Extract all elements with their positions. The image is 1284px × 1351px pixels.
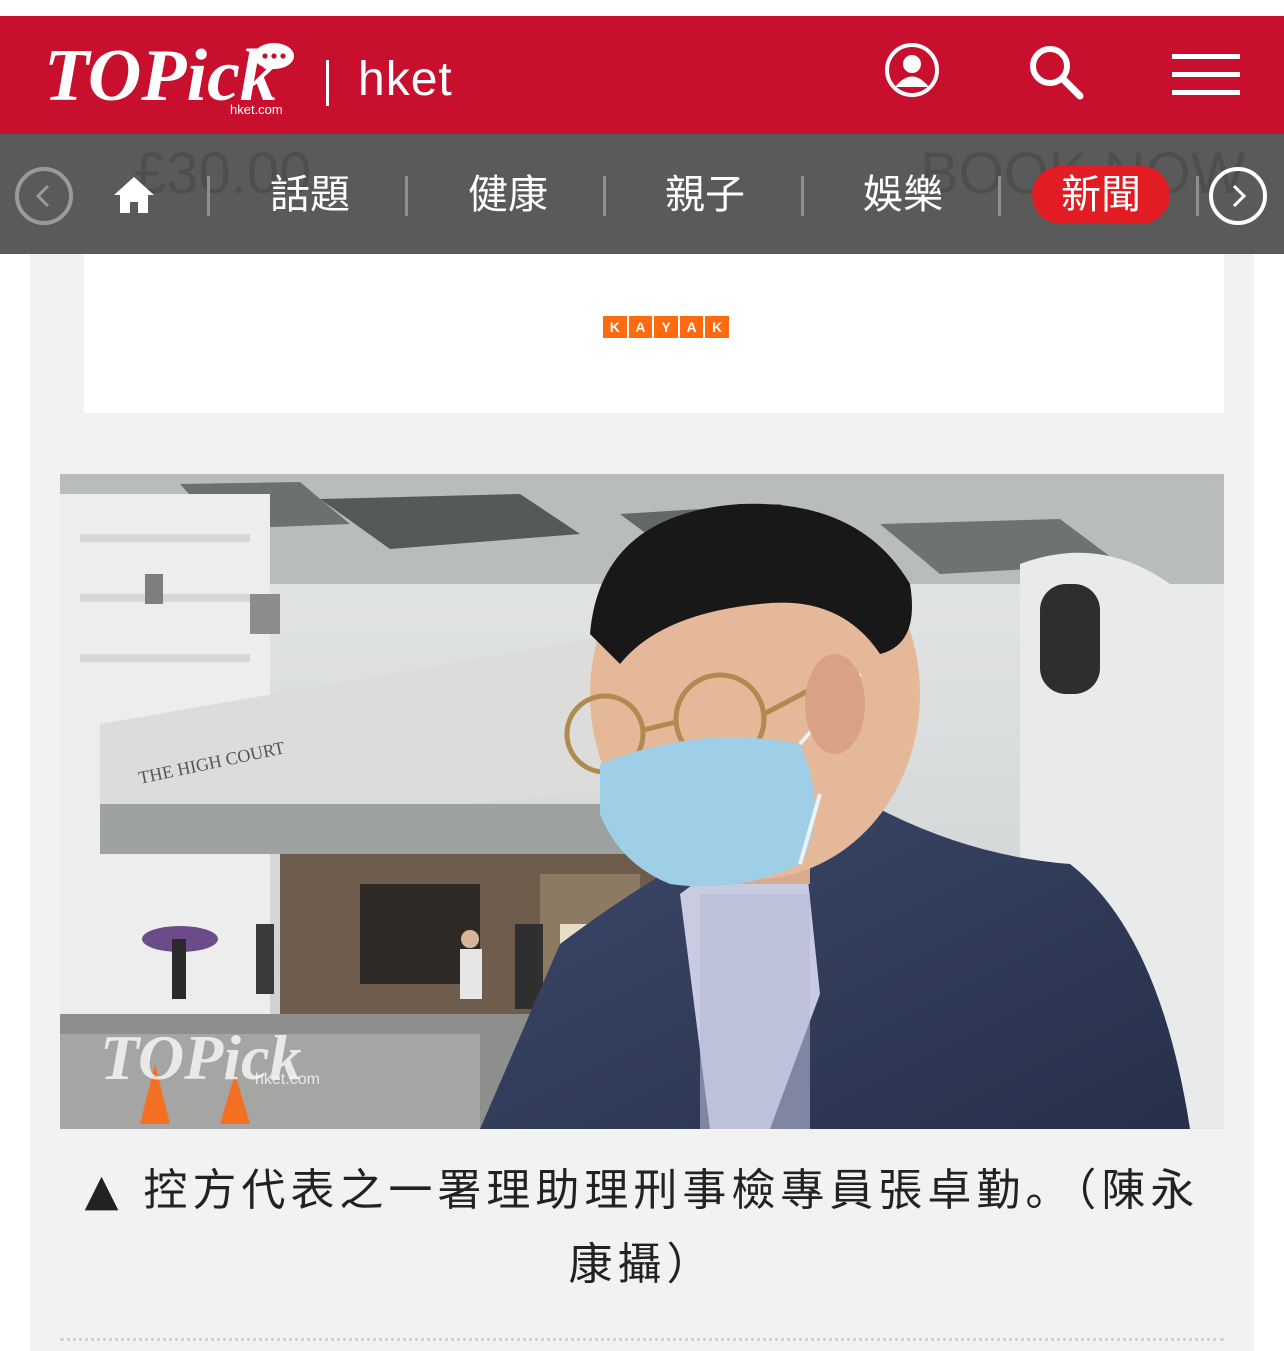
chevron-left-icon[interactable]: [14, 166, 74, 226]
kayak-logo[interactable]: K A Y A K: [603, 316, 729, 338]
nav-divider: [405, 176, 408, 216]
home-icon[interactable]: [112, 174, 156, 216]
caption-triangle-icon: ▲: [84, 1165, 124, 1216]
brand-name[interactable]: hket: [358, 52, 453, 107]
nav-divider: [603, 176, 606, 216]
article-content: K A Y A K THE HIGH COURT TOPick hket.com…: [30, 254, 1254, 1351]
search-icon[interactable]: [1026, 42, 1086, 102]
logo-subtext: hket.com: [230, 102, 283, 116]
kayak-letter: A: [679, 316, 704, 338]
logo-divider: [326, 60, 329, 106]
advertisement[interactable]: K A Y A K: [84, 254, 1224, 413]
site-header: TOPick hket.com hket: [0, 16, 1284, 134]
article-photo[interactable]: THE HIGH COURT TOPick hket.com: [60, 474, 1224, 1129]
nav-item-parenting[interactable]: 親子: [655, 166, 755, 224]
hamburger-menu-icon[interactable]: [1170, 50, 1242, 100]
caption-text: 控方代表之一署理助理刑事檢專員張卓勤。（陳永康攝）: [143, 1165, 1200, 1290]
kayak-letter: A: [628, 316, 653, 338]
nav-divider: [998, 176, 1001, 216]
nav-divider: [1196, 176, 1199, 216]
category-nav: £30.00 BOOK NOW 話題 健康 親子 娛樂 新聞: [0, 134, 1284, 254]
user-icon[interactable]: [882, 40, 942, 100]
nav-divider: [801, 176, 804, 216]
chevron-right-icon[interactable]: [1208, 166, 1268, 226]
nav-item-news[interactable]: 新聞: [1032, 166, 1170, 224]
nav-item-entertainment[interactable]: 娛樂: [853, 166, 953, 224]
nav-divider: [207, 176, 210, 216]
divider: [60, 1338, 1224, 1341]
kayak-letter: K: [603, 316, 627, 338]
topick-logo[interactable]: TOPick hket.com: [44, 34, 299, 117]
nav-item-health[interactable]: 健康: [458, 166, 558, 224]
photo-caption: ▲ 控方代表之一署理助理刑事檢專員張卓勤。（陳永康攝）: [80, 1154, 1204, 1302]
kayak-letter: K: [705, 316, 729, 338]
nav-item-topic[interactable]: 話題: [260, 166, 360, 224]
photo-watermark-domain: hket.com: [255, 1071, 320, 1088]
kayak-letter: Y: [654, 316, 678, 338]
